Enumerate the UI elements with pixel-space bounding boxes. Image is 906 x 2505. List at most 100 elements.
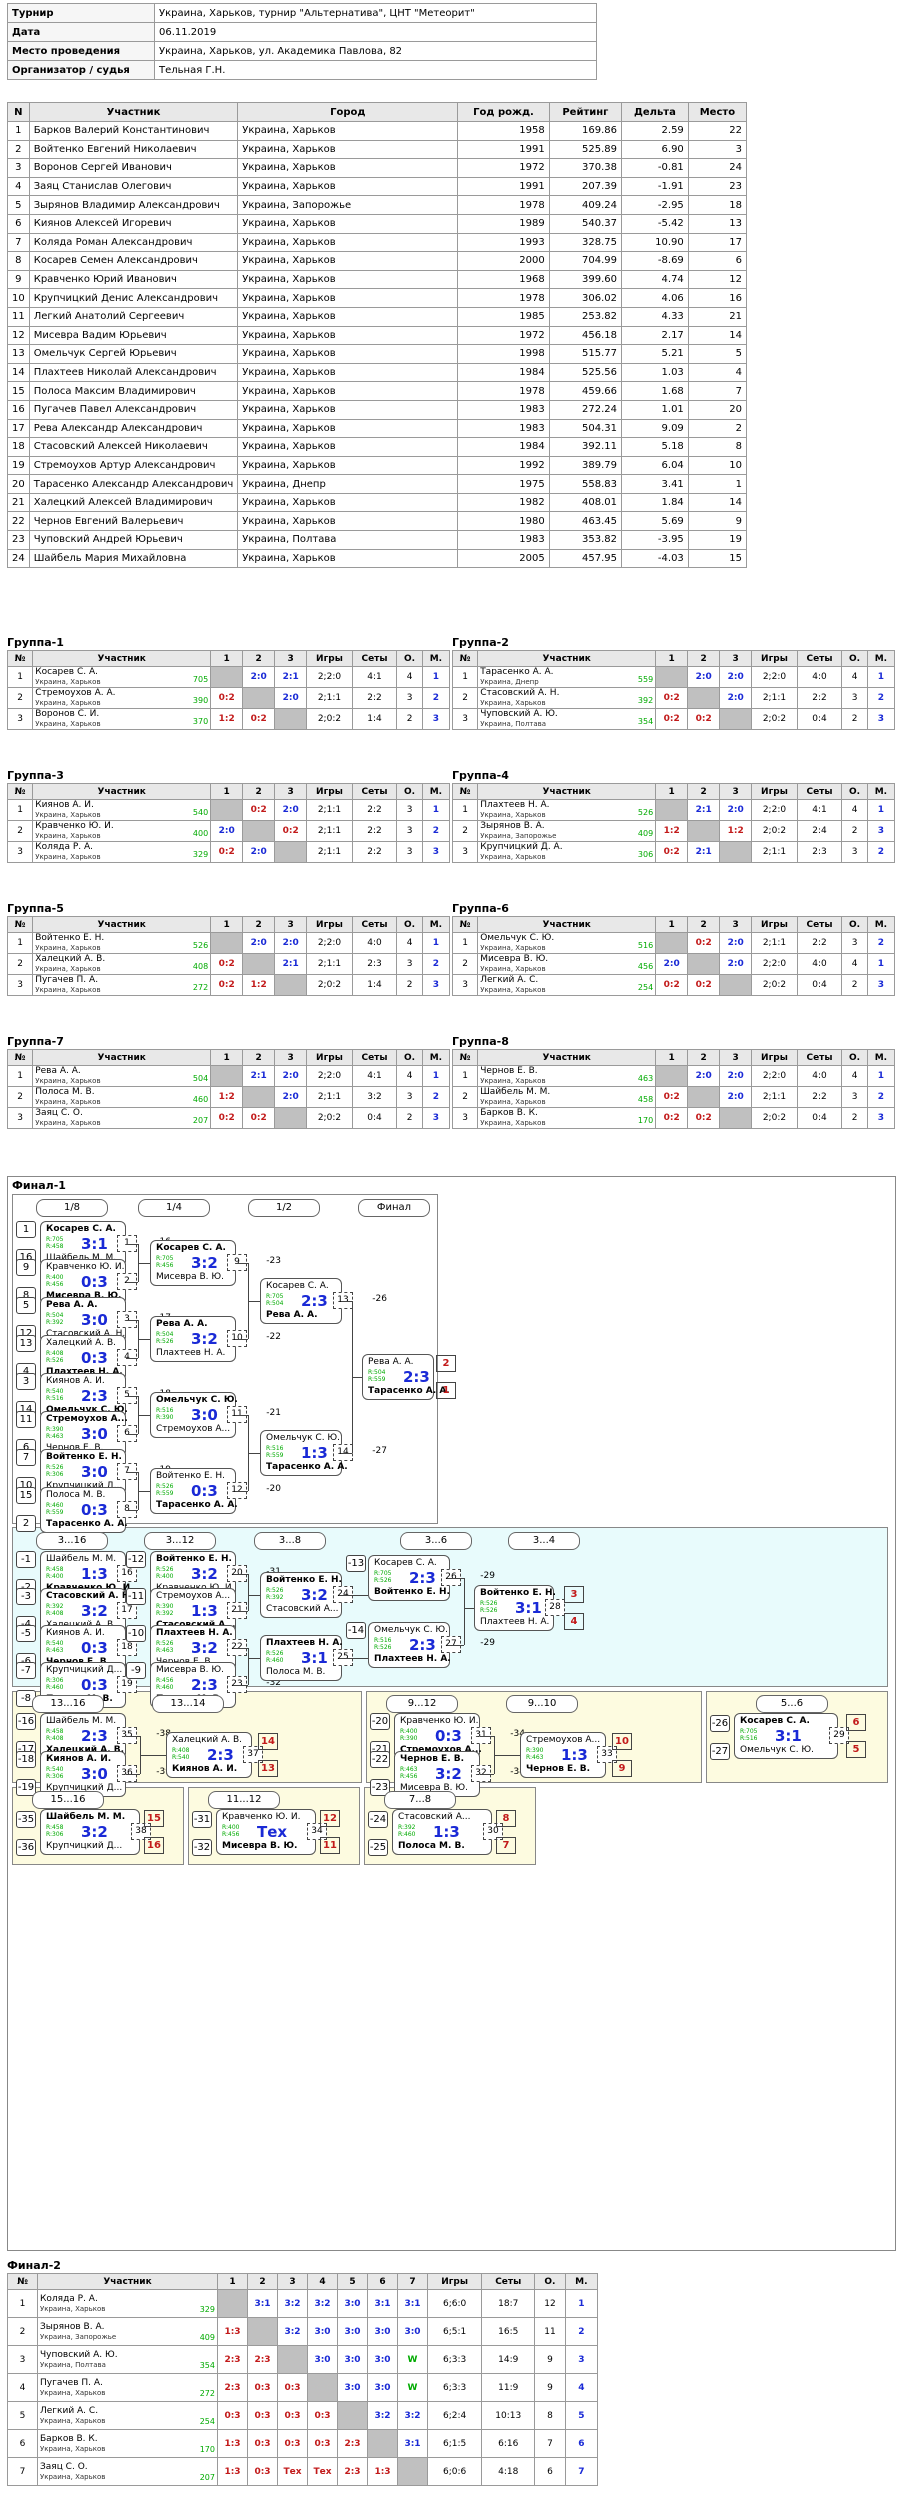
match-player-2: Войтенко Е. Н. bbox=[374, 1587, 450, 1597]
round-header: 3...16 bbox=[36, 1532, 108, 1550]
score-cell: 2:3 bbox=[217, 2345, 248, 2374]
match-score: 1:3 bbox=[301, 1444, 328, 1462]
connector bbox=[126, 1282, 138, 1283]
participant-rating: 409 bbox=[199, 2333, 215, 2342]
info-key: Турнир bbox=[7, 3, 155, 23]
participant-rating: 458 bbox=[637, 1095, 654, 1104]
final2-row: 4 Пугачев П. А. Украина, Харьков 272 2:3 0:3 0… bbox=[7, 2373, 599, 2402]
seed-slot: -32 bbox=[192, 1839, 212, 1856]
connector bbox=[248, 1453, 260, 1454]
participant-cell: Зырянов В. А. Украина, Запорожье 409 bbox=[37, 2317, 218, 2346]
player-cell: Украина, Харьков bbox=[237, 121, 459, 141]
group-header-cell: О. bbox=[841, 916, 868, 933]
match-player-2: Омельчук С. Ю. bbox=[740, 1745, 814, 1755]
player-row: 4 Заяц Станислав Олегович Украина, Харьков… bbox=[7, 176, 748, 197]
final2-header-cell: О. bbox=[534, 2273, 566, 2290]
group-header-cell: 2 bbox=[687, 916, 721, 933]
score-cell bbox=[277, 2345, 308, 2374]
participant-cell: Коляда Р. А. Украина, Харьков 329 bbox=[37, 2289, 218, 2318]
match-score: 2:3 bbox=[191, 1676, 218, 1694]
players-header-cell: Рейтинг bbox=[548, 102, 623, 122]
points-cell: 2 bbox=[396, 708, 423, 730]
group-row: 2 Полоса М. В. Украина, Харьков 460 1:2 2:0 2;… bbox=[6, 1086, 451, 1108]
match-number: 28 bbox=[545, 1599, 565, 1616]
group-header-cell: М. bbox=[421, 1049, 451, 1066]
score-cell: 0:2 bbox=[655, 708, 689, 730]
games-cell: 2;1:1 bbox=[306, 841, 353, 863]
match-ratings: R:390 R:463 bbox=[46, 1426, 63, 1440]
sets-cell: 1:4 bbox=[351, 974, 398, 996]
player-cell: -3.95 bbox=[621, 530, 689, 550]
player-cell: 7 bbox=[687, 381, 748, 401]
player-cell: 8 bbox=[687, 437, 748, 457]
participant-cell: Киянов А. И. Украина, Харьков 540 bbox=[32, 799, 212, 821]
score-cell: 2:0 bbox=[687, 666, 721, 688]
match-score: 3:0 bbox=[191, 1406, 218, 1424]
match-player-1: Шайбель М. М. bbox=[46, 1812, 126, 1822]
participant-cell: Пугачев П. А. Украина, Харьков 272 bbox=[37, 2373, 218, 2402]
row-number: 3 bbox=[6, 841, 34, 863]
match-score: 3:0 bbox=[81, 1425, 108, 1443]
final2-header-cell: 5 bbox=[337, 2273, 368, 2290]
participant-name: Шайбель М. М. bbox=[480, 1087, 551, 1098]
player-cell: 14 bbox=[687, 325, 748, 346]
participant-cell: Халецкий А. В. Украина, Харьков 408 bbox=[32, 953, 212, 975]
group-header-cell: Участник bbox=[477, 783, 657, 800]
score-cell bbox=[687, 820, 721, 842]
final2-header-cell: Игры bbox=[426, 2273, 483, 2290]
player-cell: 5 bbox=[687, 344, 748, 364]
connector bbox=[464, 1608, 474, 1609]
player-cell: Легкий Анатолий Сергеевич bbox=[28, 306, 239, 327]
player-cell: 515.77 bbox=[548, 344, 623, 364]
row-number: 3 bbox=[7, 2345, 38, 2374]
score-cell: 2:0 bbox=[719, 932, 753, 954]
final2-header-cell: 4 bbox=[307, 2273, 338, 2290]
place-box: 4 bbox=[564, 1613, 584, 1630]
player-cell: Украина, Харьков bbox=[237, 139, 459, 160]
player-cell: 4 bbox=[7, 176, 30, 197]
sets-cell: 2:3 bbox=[351, 953, 398, 975]
player-cell: Шайбель Мария Михайловна bbox=[28, 548, 239, 569]
points-cell: 4 bbox=[396, 1065, 423, 1087]
final2-header-cell: Участник bbox=[37, 2273, 218, 2290]
player-cell: 328.75 bbox=[548, 232, 623, 253]
player-cell: 17 bbox=[687, 232, 748, 253]
games-cell: 2;1:1 bbox=[306, 820, 353, 842]
score-cell: 3:1 bbox=[367, 2289, 398, 2318]
score-cell: 2:0 bbox=[242, 666, 276, 688]
player-cell: 1968 bbox=[457, 269, 550, 290]
row-number: 3 bbox=[451, 974, 479, 996]
score-cell: 1:3 bbox=[217, 2429, 248, 2458]
player-cell: 392.11 bbox=[548, 437, 623, 457]
player-cell: -5.42 bbox=[621, 213, 689, 234]
match-ratings: R:526 R:463 bbox=[156, 1640, 173, 1654]
group-row: 3 Воронов С. И. Украина, Харьков 370 1:2 0:2 2… bbox=[6, 708, 451, 730]
players-header-cell: Место bbox=[687, 102, 748, 122]
group-header-cell: 3 bbox=[274, 650, 308, 667]
score-cell: 2:3 bbox=[217, 2373, 248, 2402]
score-cell: 2:0 bbox=[687, 1065, 721, 1087]
score-cell: 3:0 bbox=[367, 2373, 398, 2402]
participant-cell: Барков В. К. Украина, Харьков 170 bbox=[37, 2429, 218, 2458]
seed-slot: -24 bbox=[368, 1811, 388, 1828]
score-cell bbox=[274, 1107, 308, 1129]
score-cell: 0:2 bbox=[655, 841, 689, 863]
final2-header-cell: 6 bbox=[367, 2273, 398, 2290]
connector bbox=[480, 1736, 494, 1737]
score-cell: 0:3 bbox=[247, 2429, 278, 2458]
player-cell: 1978 bbox=[457, 195, 550, 215]
score-cell: 2:0 bbox=[274, 1065, 308, 1087]
match-ratings: R:463 R:456 bbox=[400, 1766, 417, 1780]
match-score: 2:3 bbox=[301, 1292, 328, 1310]
participant-name: Заяц С. О. bbox=[35, 1108, 83, 1119]
score-cell: 3:0 bbox=[337, 2289, 368, 2318]
score-cell: 0:2 bbox=[655, 1086, 689, 1108]
score-cell bbox=[210, 932, 244, 954]
player-row: 1 Барков Валерий Константинович Украина, Х… bbox=[7, 121, 748, 141]
group-header-cell: Игры bbox=[306, 916, 353, 933]
group-row: 1 Киянов А. И. Украина, Харьков 540 0:2 2:0 2;… bbox=[6, 799, 451, 821]
player-cell: 16 bbox=[687, 288, 748, 308]
seed-slot: 3 bbox=[16, 1373, 36, 1390]
match-player-1: Стремоухов А... bbox=[46, 1414, 128, 1424]
place-box: 5 bbox=[846, 1741, 866, 1758]
